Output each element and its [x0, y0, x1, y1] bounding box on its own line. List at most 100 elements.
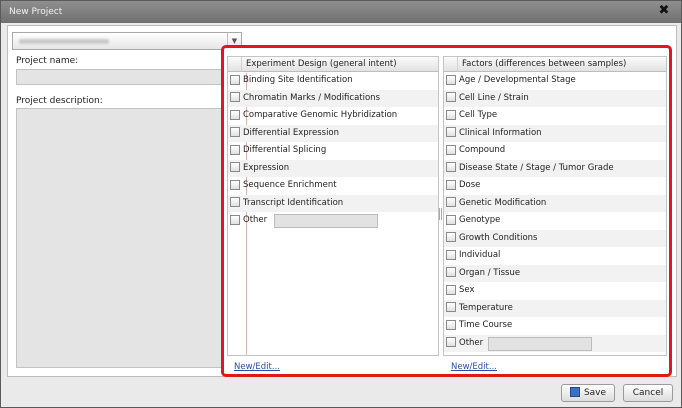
other-text-input[interactable]	[274, 214, 378, 228]
list-item[interactable]: Dose	[444, 177, 666, 195]
splitter-handle[interactable]	[439, 208, 442, 220]
other-label: Other	[459, 337, 484, 348]
list-item-label: Dose	[459, 180, 481, 190]
list-item[interactable]: Individual	[444, 247, 666, 265]
list-item-label: Temperature	[459, 302, 513, 313]
list-item-label: Differential Expression	[243, 127, 340, 138]
list-item[interactable]: Genotype	[444, 212, 666, 230]
list-item[interactable]: Cell Line / Strain	[444, 89, 666, 107]
list-item[interactable]: Disease State / Stage / Tumor Grade	[444, 159, 666, 177]
list-item-label: Transcript Identification	[243, 197, 344, 208]
checkbox[interactable]	[446, 302, 456, 312]
checkbox[interactable]	[446, 232, 456, 242]
cancel-button[interactable]: Cancel	[623, 384, 673, 402]
list-item-label: Differential Splicing	[243, 145, 327, 155]
header-checkbox-column	[444, 57, 458, 72]
project-name-label: Project name:	[16, 56, 79, 66]
experiment-design-grid: Experiment Design (general intent) Bindi…	[227, 56, 439, 356]
checkbox[interactable]	[446, 74, 456, 85]
list-item-label: Individual	[459, 250, 501, 260]
header-checkbox-column	[228, 57, 242, 72]
list-item-label: Comparative Genomic Hybridization	[243, 110, 398, 120]
list-item[interactable]: Clinical Information	[444, 124, 666, 142]
experiment-design-list: Binding Site Identification Chromatin Mar…	[228, 72, 438, 230]
checkbox[interactable]	[230, 214, 240, 225]
list-item[interactable]: Growth Conditions	[444, 229, 666, 247]
close-icon[interactable]: ✖	[657, 4, 671, 18]
checkbox[interactable]	[230, 74, 240, 85]
list-item-label: Cell Type	[459, 110, 498, 120]
checkbox[interactable]	[446, 267, 456, 277]
other-text-input[interactable]	[488, 336, 592, 351]
combo-value-blurred	[19, 39, 109, 44]
checkbox[interactable]	[230, 144, 240, 155]
list-item-label: Sequence Enrichment	[243, 180, 337, 190]
list-item[interactable]: Differential Expression	[228, 124, 438, 142]
checkbox[interactable]	[230, 92, 240, 102]
list-item[interactable]: Age / Developmental Stage	[444, 72, 666, 90]
dialog-title: New Project	[9, 7, 63, 17]
checkbox[interactable]	[230, 162, 240, 172]
checkbox[interactable]	[446, 109, 456, 120]
list-item[interactable]: Chromatin Marks / Modifications	[228, 89, 438, 107]
list-item-label: Age / Developmental Stage	[459, 75, 576, 85]
list-item[interactable]: Transcript Identification	[228, 194, 438, 212]
checkbox[interactable]	[446, 197, 456, 207]
list-item-label: Cell Line / Strain	[459, 92, 529, 103]
project-description-textarea[interactable]	[16, 108, 224, 368]
checkbox[interactable]	[446, 162, 456, 172]
list-item[interactable]: Sequence Enrichment	[228, 177, 438, 195]
experiment-design-header: Experiment Design (general intent)	[228, 57, 438, 72]
checkbox[interactable]	[446, 319, 456, 330]
checkbox[interactable]	[230, 179, 240, 190]
other-label: Other	[243, 215, 268, 225]
list-item[interactable]: Time Course	[444, 317, 666, 335]
factors-new-edit-link[interactable]: New/Edit...	[451, 362, 497, 372]
template-combo[interactable]: ▼	[12, 32, 242, 50]
project-description-label: Project description:	[16, 96, 103, 106]
checkbox[interactable]	[446, 127, 456, 137]
list-item[interactable]: Comparative Genomic Hybridization	[228, 107, 438, 125]
factors-list: Age / Developmental Stage Cell Line / Str…	[444, 72, 666, 352]
list-item-label: Clinical Information	[459, 127, 542, 138]
checkbox[interactable]	[446, 92, 456, 102]
list-item-other[interactable]: Other	[228, 212, 438, 230]
list-item[interactable]: Sex	[444, 282, 666, 300]
list-item[interactable]: Cell Type	[444, 107, 666, 125]
list-item[interactable]: Genetic Modification	[444, 194, 666, 212]
list-item[interactable]: Expression	[228, 159, 438, 177]
checkbox[interactable]	[446, 337, 456, 347]
checkbox[interactable]	[446, 249, 456, 260]
list-item-label: Time Course	[459, 320, 513, 330]
list-item-label: Genetic Modification	[459, 197, 547, 208]
list-item[interactable]: Differential Splicing	[228, 142, 438, 160]
checkbox[interactable]	[446, 214, 456, 225]
checkbox[interactable]	[230, 197, 240, 207]
project-name-input[interactable]	[16, 69, 224, 85]
checkbox[interactable]	[446, 179, 456, 190]
list-item-label: Disease State / Stage / Tumor Grade	[459, 162, 614, 173]
checkbox[interactable]	[446, 284, 456, 295]
list-item-label: Sex	[459, 285, 475, 295]
list-item[interactable]: Compound	[444, 142, 666, 160]
list-item-label: Organ / Tissue	[459, 267, 521, 278]
list-item-label: Chromatin Marks / Modifications	[243, 92, 380, 103]
list-item[interactable]: Binding Site Identification	[228, 72, 438, 90]
new-project-dialog: New Project ✖ ▼ Project name: Project de…	[0, 0, 682, 408]
save-button[interactable]: Save	[561, 384, 615, 402]
title-bar[interactable]: New Project ✖	[1, 1, 681, 23]
list-item-label: Expression	[243, 162, 290, 173]
list-item[interactable]: Temperature	[444, 299, 666, 317]
list-item-label: Binding Site Identification	[243, 75, 353, 85]
checkbox[interactable]	[230, 109, 240, 120]
list-item-label: Compound	[459, 145, 506, 155]
design-new-edit-link[interactable]: New/Edit...	[234, 362, 280, 372]
list-item-label: Genotype	[459, 215, 501, 225]
save-icon	[569, 386, 580, 397]
list-item-other[interactable]: Other	[444, 334, 666, 352]
factors-grid: Factors (differences between samples) Ag…	[443, 56, 667, 356]
design-factors-panel: Experiment Design (general intent) Bindi…	[221, 45, 672, 377]
checkbox[interactable]	[230, 127, 240, 137]
checkbox[interactable]	[446, 144, 456, 155]
list-item[interactable]: Organ / Tissue	[444, 264, 666, 282]
